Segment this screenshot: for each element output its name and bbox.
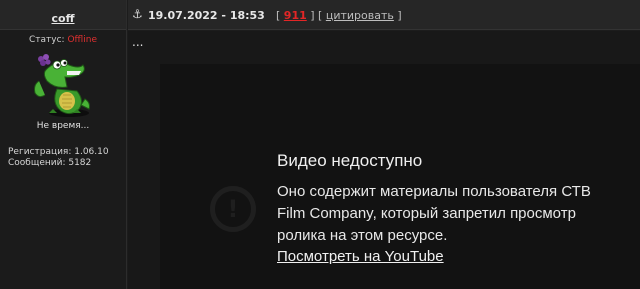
registration-date: Регистрация: 1.06.10 — [8, 147, 109, 157]
forum-post: coff Статус: Offline Не время... Регистр… — [0, 0, 640, 289]
quote-link[interactable]: цитировать — [326, 9, 394, 22]
status-label: Статус: — [29, 35, 68, 45]
anchor-icon[interactable]: ⚓ — [132, 7, 143, 21]
post-number-link[interactable]: 911 — [284, 9, 307, 22]
post-text: ... — [132, 35, 144, 49]
avatar[interactable] — [27, 49, 99, 119]
video-embed[interactable]: ! Видео недоступно Оно содержит материал… — [160, 64, 640, 289]
video-unavailable-message: Оно содержит материалы пользователя СТВ … — [277, 183, 591, 244]
user-header: coff — [0, 0, 126, 30]
bracket-mid: ] [ — [306, 9, 326, 22]
user-info-column: coff Статус: Offline Не время... Регистр… — [0, 0, 127, 289]
watch-on-youtube-link[interactable]: Посмотреть на YouTube — [277, 248, 444, 265]
user-title: Не время... — [36, 121, 90, 131]
exclamation-circle-icon: ! — [210, 186, 256, 232]
post-links: [ 911 ] [ цитировать ] — [276, 9, 402, 22]
bracket-open: [ — [276, 9, 284, 22]
user-stats: Регистрация: 1.06.10 Сообщений: 5182 — [8, 147, 126, 169]
post-date: 19.07.2022 - 18:53 — [148, 9, 265, 22]
video-unavailable-title: Видео недоступно — [277, 151, 423, 170]
username-link[interactable]: coff — [52, 12, 75, 25]
status-value: Offline — [67, 35, 97, 45]
bracket-close: ] — [393, 9, 402, 22]
message-count: Сообщений: 5182 — [8, 158, 92, 168]
user-status: Статус: Offline — [0, 35, 126, 45]
post-header: ⚓ 19.07.2022 - 18:53 [ 911 ] [ цитироват… — [128, 0, 640, 30]
